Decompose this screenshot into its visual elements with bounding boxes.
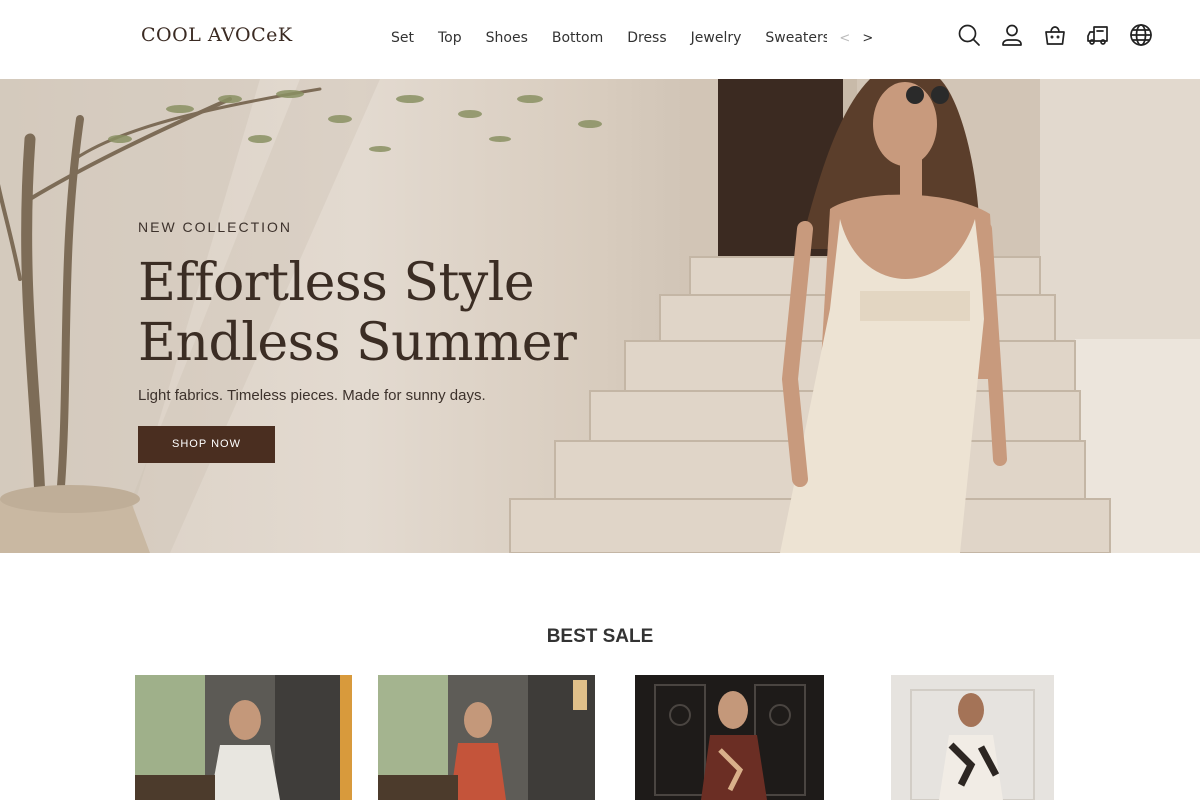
nav-item-shoes[interactable]: Shoes xyxy=(486,30,528,46)
search-icon[interactable] xyxy=(956,22,982,48)
product-image-4 xyxy=(891,675,1054,800)
nav-item-set[interactable]: Set xyxy=(391,30,414,46)
account-icon[interactable] xyxy=(999,22,1025,48)
nav-item-bottom[interactable]: Bottom xyxy=(552,30,603,46)
product-image-1 xyxy=(135,675,352,800)
product-card-1[interactable] xyxy=(135,675,352,800)
product-card-4[interactable] xyxy=(891,675,1054,800)
product-image-3 xyxy=(635,675,824,800)
product-card-2[interactable] xyxy=(378,675,595,800)
nav-next-arrow[interactable]: > xyxy=(862,31,873,46)
nav-item-jewelry[interactable]: Jewelry xyxy=(691,30,742,46)
site-header: COOL AVOCeK Set Top Shoes Bottom Dress J… xyxy=(0,0,1200,79)
product-card-3[interactable] xyxy=(635,675,824,800)
hero-subline: Light fabrics. Timeless pieces. Made for… xyxy=(138,387,486,404)
hero-banner: NEW COLLECTION Effortless Style Endless … xyxy=(0,79,1200,553)
header-icons xyxy=(956,22,1154,48)
hero-eyebrow: NEW COLLECTION xyxy=(138,219,293,235)
language-icon[interactable] xyxy=(1128,22,1154,48)
main-nav: Set Top Shoes Bottom Dress Jewelry Sweat… xyxy=(391,27,885,49)
hero-headline: Effortless Style Endless Summer xyxy=(138,253,577,373)
shop-now-button[interactable]: SHOP NOW xyxy=(138,426,275,463)
nav-item-sweaters[interactable]: Sweaters xyxy=(765,30,827,46)
product-image-2 xyxy=(378,675,595,800)
hero-headline-line-2: Endless Summer xyxy=(138,313,577,373)
cart-icon[interactable] xyxy=(1042,22,1068,48)
nav-item-top[interactable]: Top xyxy=(438,30,462,46)
hero-headline-line-1: Effortless Style xyxy=(138,253,535,313)
hero-text: NEW COLLECTION Effortless Style Endless … xyxy=(138,219,577,463)
brand-logo[interactable]: COOL AVOCeK xyxy=(141,24,293,46)
best-sale-title: BEST SALE xyxy=(546,626,654,647)
nav-item-dress[interactable]: Dress xyxy=(627,30,666,46)
nav-prev-arrow[interactable]: < xyxy=(839,31,850,46)
shipping-icon[interactable] xyxy=(1085,22,1111,48)
